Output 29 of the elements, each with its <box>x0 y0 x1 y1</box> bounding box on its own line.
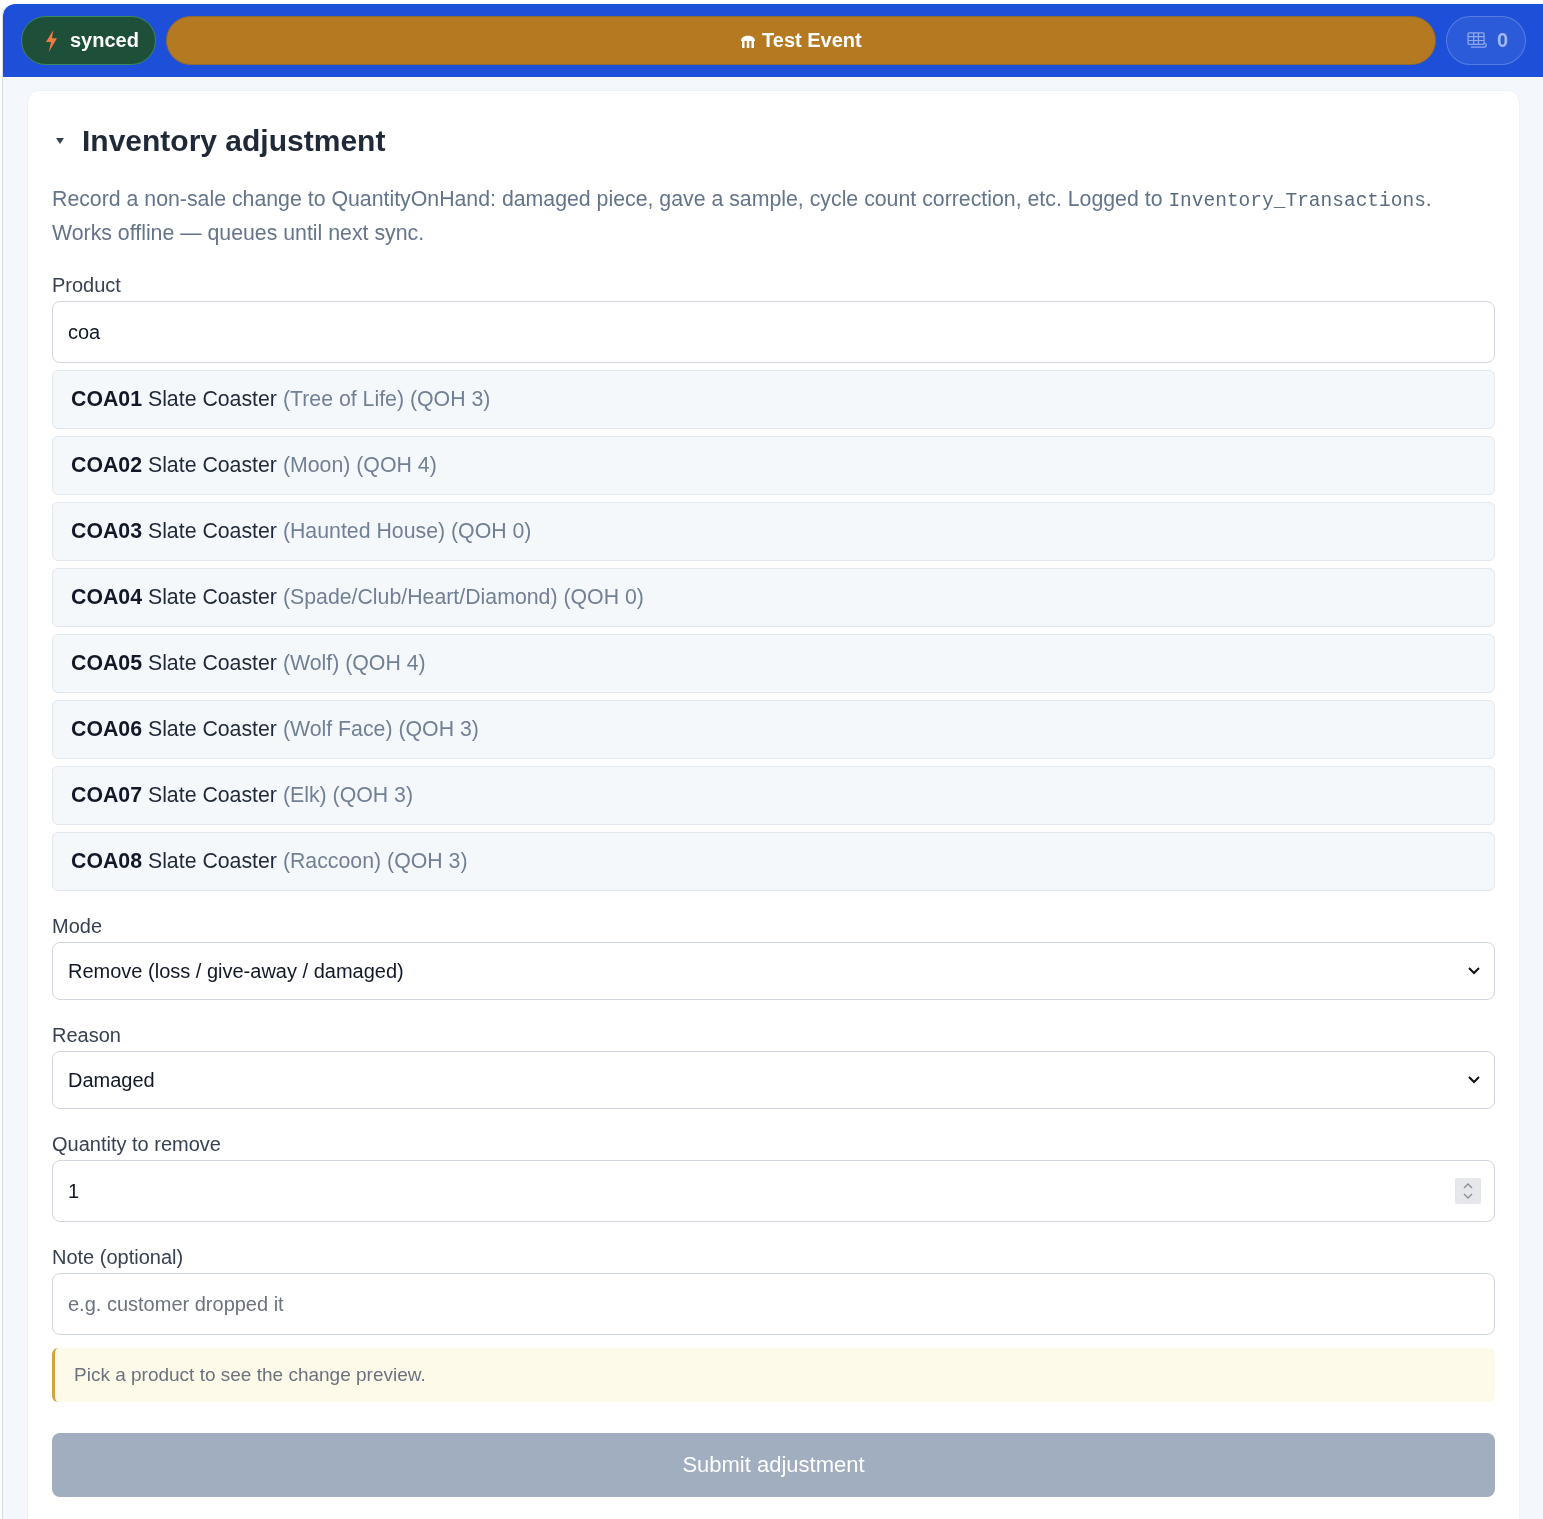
suggestion-item[interactable]: COA01 Slate Coaster (Tree of Life) (QOH 3) <box>52 370 1495 429</box>
spinner-icon[interactable] <box>1455 1178 1481 1204</box>
field-label: Product <box>52 273 122 298</box>
product-search-field[interactable]: coa <box>52 301 1495 363</box>
sync-status-button[interactable]: synced <box>21 16 156 65</box>
dropdown-field[interactable]: Damaged <box>52 1051 1495 1109</box>
chevron-down-icon <box>1468 967 1480 975</box>
suggestion-item[interactable]: COA05 Slate Coaster (Wolf) (QOH 4) <box>52 634 1495 693</box>
description-text: Record a non-sale change to QuantityOnHand: damaged piece, gave a sample, cycle count correction, etc. Logged to Inventory_Transactions. Works offline — queues until next sync. <box>52 186 1433 247</box>
suggestion-item[interactable]: COA03 Slate Coaster (Haunted House) (QOH 0) <box>52 502 1495 561</box>
table-icon <box>1466 32 1488 49</box>
caret-icon[interactable] <box>56 138 64 144</box>
field-label: Reason <box>52 1023 122 1048</box>
field-label: Quantity to remove <box>52 1132 222 1157</box>
suggestion-item[interactable]: COA07 Slate Coaster (Elk) (QOH 3) <box>52 766 1495 825</box>
suggestion-item[interactable]: COA02 Slate Coaster (Moon) (QOH 4) <box>52 436 1495 495</box>
field-label: Mode <box>52 914 104 939</box>
field-label: Note (optional) <box>52 1245 185 1270</box>
section-title: Inventory adjustment <box>82 123 386 159</box>
suggestion-item[interactable]: COA04 Slate Coaster (Spade/Club/Heart/Diamond) (QOH 0) <box>52 568 1495 627</box>
suggestion-item[interactable]: COA08 Slate Coaster (Raccoon) (QOH 3) <box>52 832 1495 891</box>
chevron-down-icon <box>1468 1076 1480 1084</box>
suggestion-item[interactable]: COA06 Slate Coaster (Wolf Face) (QOH 3) <box>52 700 1495 759</box>
lightning-icon <box>45 29 58 52</box>
event-button[interactable]: Test Event <box>165 16 1436 65</box>
dropdown-field[interactable]: Remove (loss / give-away / damaged) <box>52 942 1495 1000</box>
quantity-field[interactable]: 1 <box>52 1160 1495 1222</box>
preview-hint: Pick a product to see the change preview. <box>52 1348 1495 1402</box>
note-field[interactable]: e.g. customer dropped it <box>52 1273 1495 1335</box>
